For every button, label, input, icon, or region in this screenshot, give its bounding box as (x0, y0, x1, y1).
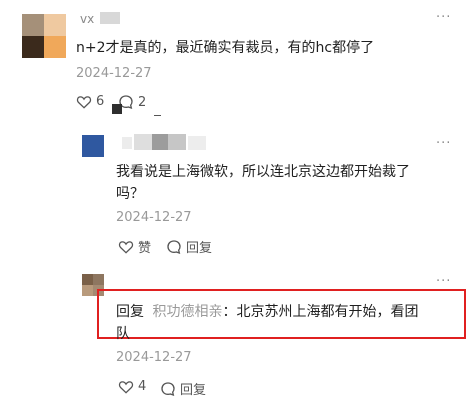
like-count: 4 (138, 379, 147, 394)
reply-text-line-2: 队 (116, 326, 130, 342)
username[interactable]: vx (80, 12, 94, 26)
mention-link[interactable]: 积功德相亲 (152, 304, 222, 320)
underscore-mark (154, 115, 161, 116)
reply-text-line-1: 回复 积功德相亲：北京苏州上海都有开始，看团 (116, 300, 418, 324)
like-label: 赞 (138, 241, 152, 256)
like-count: 6 (96, 94, 105, 109)
reply-label: 回复 (186, 241, 213, 256)
reply-button[interactable]: 回复 (160, 379, 206, 398)
blur-patch (112, 104, 124, 114)
like-button[interactable]: 4 (118, 379, 146, 394)
comment-text: n+2才是真的，最近确实有裁员，有的hc都停了 (76, 40, 375, 56)
username-blur[interactable] (122, 134, 208, 150)
heart-icon (118, 240, 134, 254)
more-options-icon[interactable]: ··· (436, 10, 451, 25)
reply-button[interactable]: 回复 (166, 237, 212, 256)
reply-date: 2024-12-27 (116, 350, 192, 365)
reply-text-line-1: 我看说是上海微软，所以连北京这边都开始裁了 (116, 164, 410, 180)
like-button[interactable]: 6 (76, 94, 104, 109)
heart-icon (76, 95, 92, 109)
reply-date: 2024-12-27 (116, 210, 192, 225)
more-options-icon[interactable]: ··· (436, 274, 451, 289)
reply-count: 2 (138, 94, 147, 110)
reply-text: ：北京苏州上海都有开始，看团 (222, 304, 419, 320)
username-blur (100, 12, 120, 24)
avatar[interactable] (82, 135, 104, 157)
avatar[interactable] (22, 14, 66, 58)
more-options-icon[interactable]: ··· (436, 136, 451, 151)
reply-text-line-2: 吗？ (116, 186, 144, 202)
comment-date: 2024-12-27 (76, 66, 152, 81)
heart-icon (118, 380, 134, 394)
reply-label: 回复 (180, 383, 207, 398)
reply-prefix: 回复 (116, 304, 144, 320)
comment-icon (161, 381, 175, 396)
comment-icon (167, 239, 181, 254)
like-button[interactable]: 赞 (118, 237, 151, 256)
